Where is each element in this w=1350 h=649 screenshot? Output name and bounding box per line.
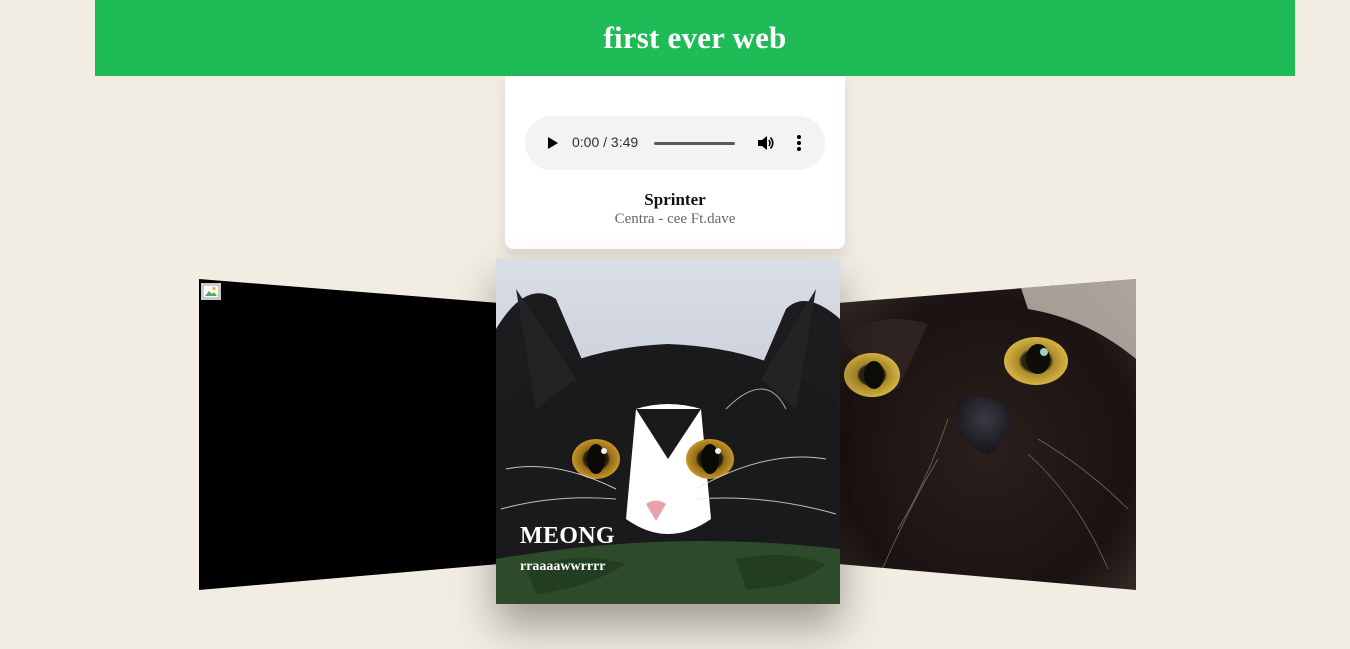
broken-image-icon bbox=[201, 283, 221, 300]
gallery-slide-right[interactable] bbox=[838, 279, 1136, 590]
play-icon[interactable] bbox=[544, 135, 560, 151]
seek-bar[interactable] bbox=[654, 142, 735, 145]
gallery-slide-left[interactable] bbox=[199, 279, 499, 590]
song-artist: Centra - cee Ft.dave bbox=[614, 211, 736, 227]
audio-player[interactable]: 0:00 / 3:49 bbox=[525, 116, 825, 170]
black-white-cat-photo bbox=[496, 259, 840, 604]
song-title: Sprinter bbox=[644, 190, 706, 209]
black-cat-closeup-photo bbox=[838, 279, 1136, 590]
gallery-slide-center[interactable]: MEONG rraaaawwrrrr bbox=[496, 259, 840, 604]
slide-caption-subtitle: rraaaawwrrrr bbox=[520, 559, 606, 574]
more-vert-icon[interactable] bbox=[791, 134, 807, 152]
slide-caption-title: MEONG bbox=[520, 523, 615, 549]
music-player-card: 0:00 / 3:49 Sprinter Centra - cee Ft.dav… bbox=[505, 76, 845, 249]
page-title: first ever web bbox=[603, 20, 787, 55]
time-display: 0:00 / 3:49 bbox=[572, 134, 639, 150]
header-bar: first ever web bbox=[95, 0, 1295, 76]
volume-icon[interactable] bbox=[757, 134, 775, 152]
